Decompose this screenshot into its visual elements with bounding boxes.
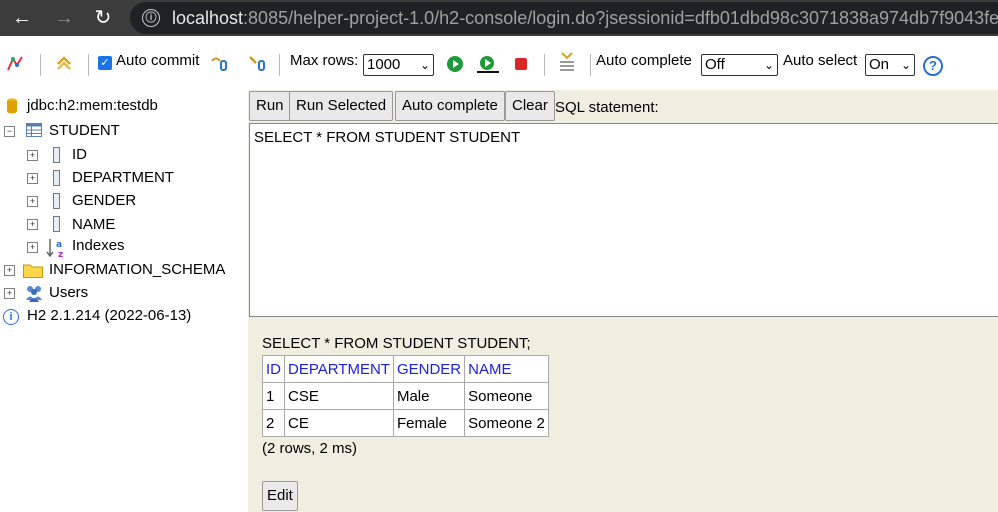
column-header[interactable]: GENDER [392,355,466,383]
expand-icon[interactable]: + [27,196,38,207]
result-table: ID DEPARTMENT GENDER NAME 1 CSE Male Som… [262,355,549,437]
help-icon[interactable]: ? [923,56,943,76]
chevron-down-icon: ⌄ [900,58,911,72]
disconnect-icon[interactable] [6,55,24,73]
column-icon [53,193,60,209]
version-label: H2 2.1.214 (2022-06-13) [27,307,192,324]
stop-icon[interactable] [512,55,530,73]
svg-text:z: z [58,250,63,259]
table-header-row: ID DEPARTMENT GENDER NAME [262,355,549,383]
run-button[interactable]: Run [249,91,291,121]
table-cell: Someone [464,382,549,410]
site-info-icon[interactable]: ⓘ [142,9,160,27]
sql-editor[interactable]: SELECT * FROM STUDENT STUDENT [249,123,998,317]
result-query: SELECT * FROM STUDENT STUDENT; [262,335,531,352]
table-cell: Male [392,382,466,410]
edit-button[interactable]: Edit [262,481,298,511]
database-tree: jdbc:h2:mem:testdb − STUDENT + ID + DEPA… [0,90,248,512]
auto-complete-label: Auto complete [596,52,692,69]
column-icon [53,216,60,232]
column-header[interactable]: NAME [464,355,549,383]
rollback-icon[interactable] [248,55,266,73]
checkbox-checked-icon[interactable]: ✓ [98,56,112,70]
auto-commit-checkbox[interactable]: ✓ Auto commit [98,52,199,70]
auto-complete-select[interactable]: Off ⌄ [701,54,778,76]
column-header[interactable]: ID [262,355,285,383]
browser-bar: ← → ↻ ⓘ localhost:8085/helper-project-1.… [0,0,998,36]
tree-column-department[interactable]: DEPARTMENT [72,168,174,188]
run-selected-icon[interactable] [477,55,499,73]
expand-icon[interactable]: + [27,150,38,161]
column-icon [53,147,60,163]
tree-column-gender[interactable]: GENDER [72,191,136,211]
toolbar-separator [590,54,591,76]
back-arrow-icon[interactable]: ← [10,6,34,30]
expand-icon[interactable]: + [4,265,15,276]
chevron-down-icon: ⌄ [763,58,774,72]
result-summary: (2 rows, 2 ms) [262,440,358,457]
info-icon: i [3,309,19,325]
sql-statement-label: SQL statement: [555,99,659,116]
toolbar-separator [279,54,280,76]
table-row: 1 CSE Male Someone [262,382,549,410]
folder-icon [23,264,43,278]
auto-complete-button[interactable]: Auto complete [395,91,505,121]
sort-index-icon: a z [46,239,63,259]
expand-icon[interactable]: + [27,242,38,253]
run-selected-button[interactable]: Run Selected [289,91,394,121]
column-header[interactable]: DEPARTMENT [284,355,394,383]
table-cell: Someone 2 [464,409,549,437]
refresh-icon[interactable] [55,55,73,73]
column-icon [53,170,60,186]
connection-url[interactable]: jdbc:h2:mem:testdb [27,96,158,116]
expand-icon[interactable]: + [27,219,38,230]
collapse-icon[interactable]: − [4,126,15,137]
clear-button[interactable]: Clear [505,91,555,121]
forward-arrow-icon[interactable]: → [52,6,76,30]
toolbar-separator [544,54,545,76]
expand-icon[interactable]: + [4,288,15,299]
toolbar-separator [40,54,41,76]
query-panel: Run Run Selected Auto complete Clear SQL… [248,90,998,512]
tree-information-schema[interactable]: INFORMATION_SCHEMA [49,260,225,280]
auto-select-select[interactable]: On ⌄ [865,54,915,76]
svg-text:a: a [56,240,62,250]
table-cell: CE [284,409,394,437]
url-text: localhost:8085/helper-project-1.0/h2-con… [172,8,998,28]
auto-select-label: Auto select [783,52,858,69]
table-cell: CSE [284,382,394,410]
tree-table-student[interactable]: STUDENT [49,121,120,141]
toolbar-separator [88,54,89,76]
users-icon [26,286,42,302]
database-icon [7,98,17,114]
reload-icon[interactable]: ↻ [91,6,115,30]
tree-users[interactable]: Users [49,283,88,303]
commit-icon[interactable] [210,55,228,73]
table-cell: Female [392,409,466,437]
console-toolbar: ✓ Auto commit Max rows: 1000 ⌄ Auto comple… [0,36,998,90]
table-icon [26,123,42,137]
tree-column-id[interactable]: ID [72,145,87,165]
address-bar[interactable]: ⓘ localhost:8085/helper-project-1.0/h2-c… [130,2,998,34]
expand-icon[interactable]: + [27,173,38,184]
run-icon[interactable] [446,55,464,73]
max-rows-label: Max rows: [290,52,359,69]
chevron-down-icon: ⌄ [419,58,430,72]
tree-indexes[interactable]: Indexes [72,236,125,256]
table-row: 2 CE Female Someone 2 [262,409,549,437]
tree-column-name[interactable]: NAME [72,215,115,235]
max-rows-select[interactable]: 1000 ⌄ [363,54,434,76]
table-cell: 2 [262,409,285,437]
table-cell: 1 [262,382,285,410]
history-icon[interactable] [558,51,576,75]
